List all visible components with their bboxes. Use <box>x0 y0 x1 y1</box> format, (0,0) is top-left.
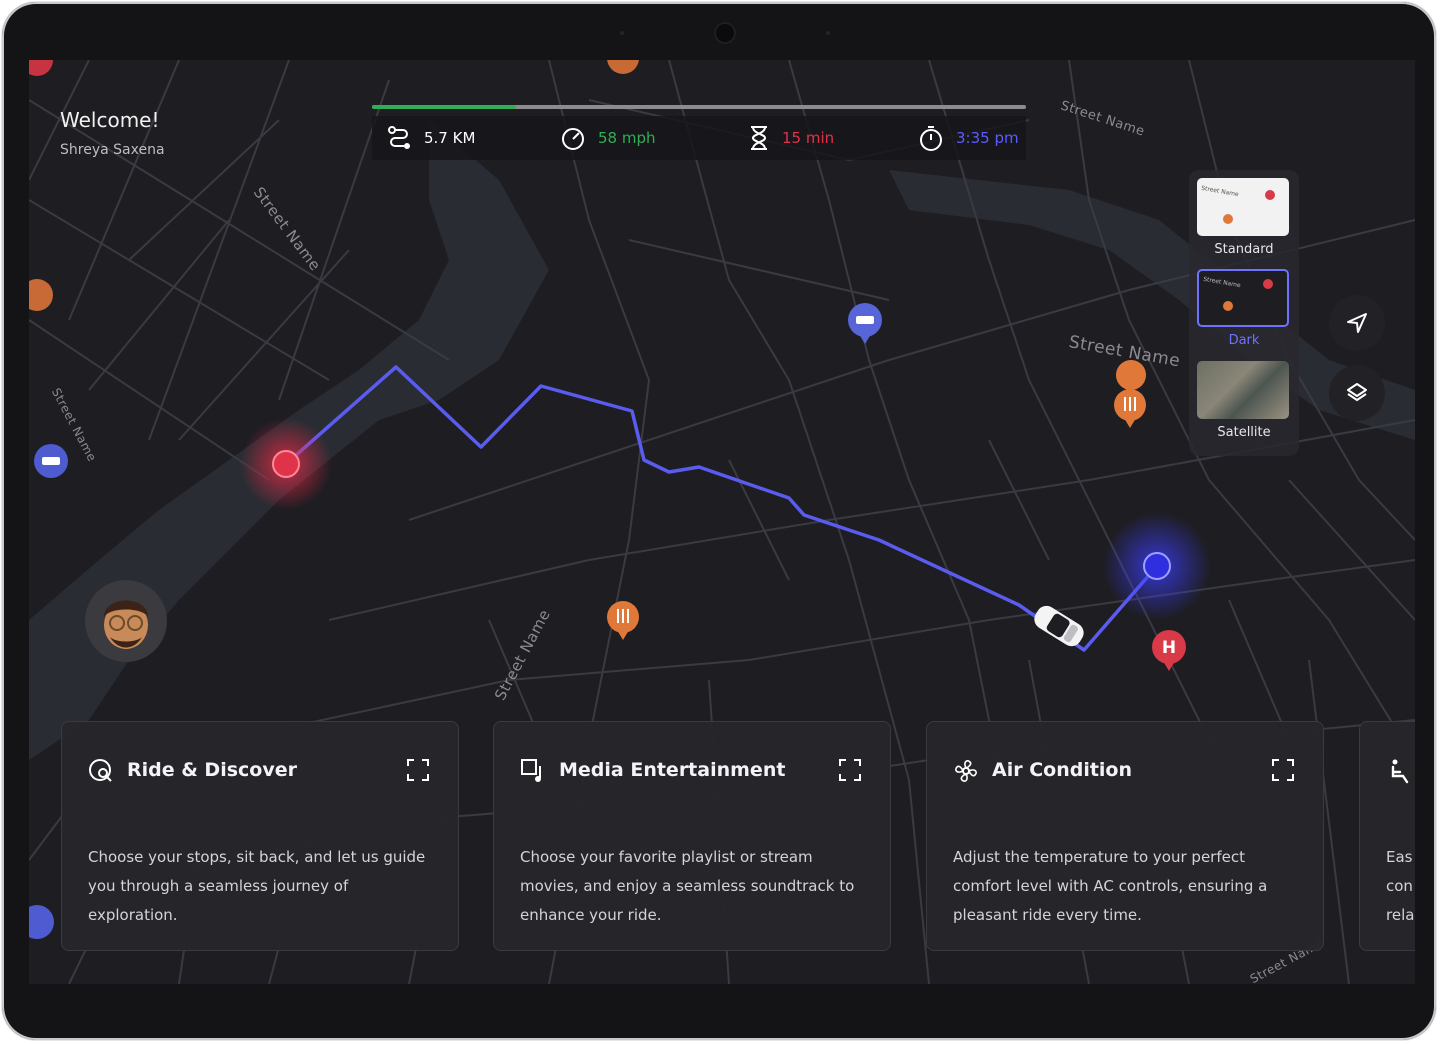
card-description: Eas con rela <box>1386 848 1415 924</box>
layers-button[interactable] <box>1329 365 1385 421</box>
time-left-stat: 15 min <box>748 116 834 160</box>
avatar[interactable] <box>85 580 167 662</box>
map-style-label: Dark <box>1228 333 1260 348</box>
layers-icon <box>1347 383 1367 402</box>
trip-stats: 5.7 KM 58 mph 15 min 3:35 pm <box>372 116 1026 160</box>
card-description: Adjust the temperature to your perfect c… <box>953 848 1268 924</box>
expand-icon[interactable] <box>838 758 862 782</box>
expand-icon[interactable] <box>406 758 430 782</box>
speed-stat: 58 mph <box>560 116 656 160</box>
thumb-street-label: Street Name <box>1202 275 1242 290</box>
restaurant-pin-icon <box>1223 301 1233 311</box>
card-title: Ride & Discover <box>127 759 297 781</box>
card-media-entertainment[interactable]: Media Entertainment Choose your favorite… <box>493 721 891 951</box>
map-style-dark[interactable]: Street Name Dark <box>1197 269 1291 348</box>
time-left-value: 15 min <box>782 129 835 147</box>
speed-value: 58 mph <box>598 129 656 147</box>
destination-marker <box>1143 552 1171 580</box>
route-icon <box>388 126 410 149</box>
media-music-icon <box>521 759 541 782</box>
stopwatch-icon <box>920 126 942 151</box>
map-style-standard[interactable]: Street Name Standard <box>1197 178 1291 257</box>
map-style-panel: Street Name Standard Street Name Dark Sa… <box>1189 170 1299 456</box>
trip-progress-fill <box>372 105 516 109</box>
card-description: Choose your stops, sit back, and let us … <box>88 848 426 924</box>
satellite-thumbnail <box>1197 361 1289 419</box>
avatar-face-icon <box>104 600 148 649</box>
hourglass-icon <box>751 126 767 150</box>
dark-thumbnail: Street Name <box>1197 269 1289 327</box>
hospital-pin-icon <box>1265 190 1275 200</box>
seat-icon <box>1391 759 1409 784</box>
navigation-arrow-icon <box>1347 313 1367 333</box>
hotel-pin-icon <box>34 444 68 478</box>
sensor-dot <box>620 31 624 35</box>
restaurant-pin-icon <box>1223 214 1233 224</box>
welcome-text: Welcome! <box>60 108 160 132</box>
sensor-dot <box>826 31 830 35</box>
speedometer-icon <box>562 128 584 150</box>
hospital-pin-icon <box>1263 279 1273 289</box>
card-seat[interactable]: Eas con rela <box>1359 721 1415 951</box>
expand-icon[interactable] <box>1271 758 1295 782</box>
arrival-value: 3:35 pm <box>956 129 1019 147</box>
origin-marker <box>272 450 300 478</box>
search-location-icon <box>89 759 112 782</box>
card-title: Media Entertainment <box>559 759 786 781</box>
map-style-label: Satellite <box>1217 425 1271 440</box>
camera <box>716 24 734 42</box>
distance-stat: 5.7 KM <box>386 116 475 160</box>
arrival-stat: 3:35 pm <box>918 116 1019 160</box>
card-description: Choose your favorite playlist or stream … <box>520 848 855 924</box>
map-style-label: Standard <box>1214 242 1274 257</box>
screen: 🍴 H Street Name Street Name Street Name … <box>29 60 1415 984</box>
card-air-condition[interactable]: Air Condition Adjust the temperature to … <box>926 721 1324 951</box>
fan-icon <box>955 760 977 782</box>
thumb-street-label: Street Name <box>1200 184 1240 199</box>
trip-progress-bar <box>372 105 1026 109</box>
card-ride-discover[interactable]: Ride & Discover Choose your stops, sit b… <box>61 721 459 951</box>
distance-value: 5.7 KM <box>424 129 476 147</box>
svg-text:H: H <box>1162 638 1176 658</box>
standard-thumbnail: Street Name <box>1197 178 1289 236</box>
map-style-satellite[interactable]: Satellite <box>1197 361 1291 440</box>
recenter-button[interactable] <box>1329 295 1385 351</box>
card-title: Air Condition <box>992 759 1133 781</box>
user-name: Shreya Saxena <box>60 142 165 158</box>
